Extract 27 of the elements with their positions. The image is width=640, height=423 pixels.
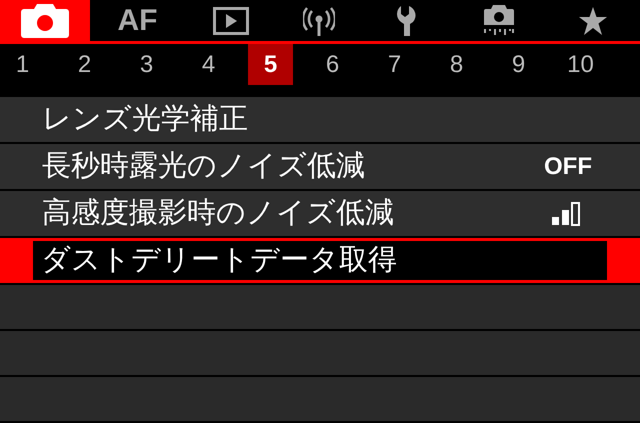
page-tab[interactable]: 4 xyxy=(186,44,231,85)
page-tab[interactable]: 9 xyxy=(496,44,541,85)
play-icon xyxy=(213,6,249,34)
menu-item-label: ダストデリートデータ取得 xyxy=(41,246,397,275)
menu-row[interactable]: 高感度撮影時のノイズ低減 xyxy=(0,191,640,236)
page-tab[interactable]: 10 xyxy=(558,44,603,85)
menu-row[interactable]: 長秒時露光のノイズ低減 OFF xyxy=(0,144,640,189)
menu-item-label: 長秒時露光のノイズ低減 xyxy=(42,152,365,181)
camera-sensor-icon xyxy=(483,4,515,36)
menu-row[interactable]: レンズ光学補正 xyxy=(0,97,640,142)
page-tab[interactable]: 8 xyxy=(434,44,479,85)
page-tab[interactable]: 5 xyxy=(248,44,293,85)
menu-tab[interactable] xyxy=(0,0,90,41)
page-tab[interactable]: 3 xyxy=(124,44,169,85)
menu-item-label: 高感度撮影時のノイズ低減 xyxy=(42,199,394,228)
tab-label: AF xyxy=(118,3,158,39)
wireless-icon xyxy=(303,6,335,36)
menu-item-label: レンズ光学補正 xyxy=(42,105,248,134)
wrench-icon xyxy=(396,6,418,36)
camera-icon xyxy=(21,4,69,38)
page-tab[interactable]: 6 xyxy=(310,44,355,85)
page-tab[interactable]: 1 xyxy=(0,44,45,85)
page-tab[interactable]: 2 xyxy=(62,44,107,85)
page-tab[interactable]: 7 xyxy=(372,44,417,85)
star-icon xyxy=(578,6,608,34)
setting-value: OFF xyxy=(544,152,592,182)
menu-row[interactable]: ダストデリートデータ取得 xyxy=(0,238,640,283)
